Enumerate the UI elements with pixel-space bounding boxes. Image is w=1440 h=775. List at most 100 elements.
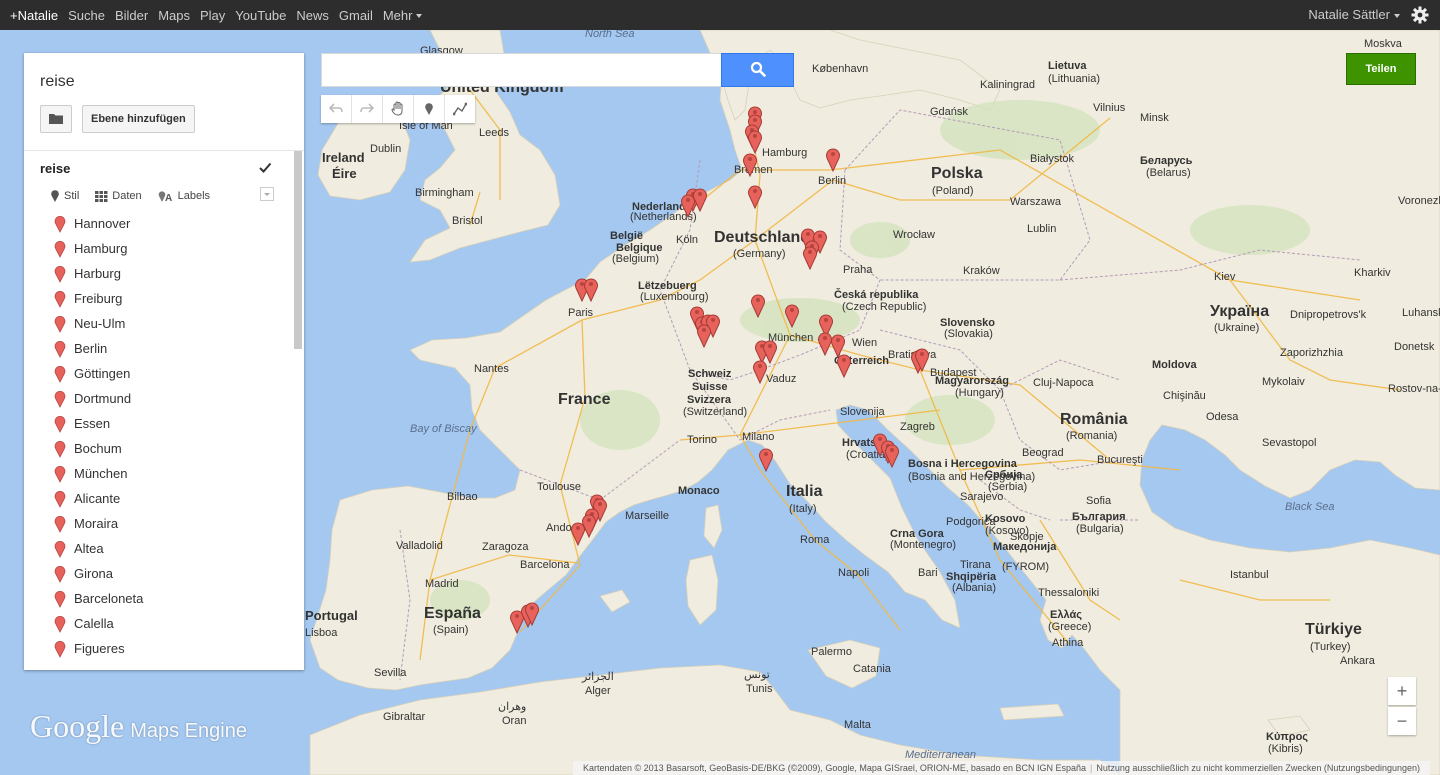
place-item[interactable]: Hamburg [24, 236, 294, 261]
label-mykolaiv: Mykolaiv [1262, 376, 1305, 388]
place-item[interactable]: Dortmund [24, 386, 294, 411]
place-label: Berlin [74, 341, 108, 356]
search-button[interactable] [721, 53, 794, 87]
search-input[interactable] [321, 53, 722, 87]
label-albania-en: (Albania) [952, 582, 996, 594]
label-germany: Deutschland [714, 229, 810, 246]
map-marker[interactable] [758, 446, 774, 472]
nav-play[interactable]: Play [200, 8, 225, 23]
map-marker[interactable] [784, 302, 800, 328]
place-item[interactable]: Bochum [24, 436, 294, 461]
place-item[interactable]: Harburg [24, 261, 294, 286]
label-dnipro: Dnipropetrovs'k [1290, 309, 1367, 321]
label-alger-ar: الجزائر [581, 671, 614, 683]
table-icon [95, 190, 108, 202]
map-marker[interactable] [747, 183, 763, 209]
place-item[interactable]: Barceloneta [24, 586, 294, 611]
nav-gmail[interactable]: Gmail [339, 8, 373, 23]
map-marker[interactable] [570, 520, 586, 546]
label-napoli: Napoli [838, 567, 869, 579]
google-bar: +Natalie Suche Bilder Maps Play YouTube … [0, 0, 1440, 30]
label-spain: España [424, 605, 481, 622]
style-button[interactable]: Stil [50, 189, 79, 203]
layer-visibility-checkbox[interactable] [258, 161, 272, 175]
map-marker[interactable] [680, 192, 696, 218]
chevron-down-icon [1394, 13, 1400, 18]
place-item[interactable]: Girona [24, 561, 294, 586]
folder-icon [49, 114, 63, 124]
label-bulgaria: България [1072, 511, 1126, 523]
nav-mehr[interactable]: Mehr [383, 8, 423, 23]
place-item[interactable]: Altea [24, 536, 294, 561]
label-valladolid: Valladolid [396, 540, 443, 552]
redo-button[interactable] [352, 95, 383, 123]
map-marker[interactable] [696, 322, 712, 348]
place-label: Girona [74, 566, 114, 581]
undo-button[interactable] [321, 95, 352, 123]
label-tirana: Tirana [960, 559, 992, 571]
labels-label: Labels [177, 190, 211, 202]
nav-news[interactable]: News [296, 8, 329, 23]
place-item[interactable]: Hannover [24, 211, 294, 236]
layer-name[interactable]: reise [40, 161, 70, 176]
zoom-out-button[interactable]: − [1388, 707, 1416, 735]
label-germany-en: (Germany) [733, 248, 786, 260]
add-layer-button[interactable]: Ebene hinzufügen [82, 105, 195, 133]
map-marker[interactable] [752, 358, 768, 384]
label-czech-en: (Czech Republic) [842, 301, 926, 313]
map-attribution: Kartendaten © 2013 Basarsoft, GeoBasis-D… [572, 761, 1430, 775]
place-item[interactable]: Calella [24, 611, 294, 636]
pan-hand-button[interactable] [383, 95, 414, 123]
label-istanbul: Istanbul [1230, 569, 1269, 581]
nav-youtube[interactable]: YouTube [235, 8, 286, 23]
label-greece-en: (Greece) [1048, 621, 1091, 633]
nav-suche[interactable]: Suche [68, 8, 105, 23]
terms-link[interactable]: Nutzung ausschließlich zu nicht kommerzi… [1092, 763, 1424, 773]
place-item[interactable]: Essen [24, 411, 294, 436]
label-zagreb: Zagreb [900, 421, 935, 433]
place-marker-icon [54, 491, 66, 508]
map-marker[interactable] [914, 346, 930, 372]
labels-button[interactable]: A Labels [158, 189, 210, 203]
place-item[interactable]: Neu-Ulm [24, 311, 294, 336]
label-marseille: Marseille [625, 510, 669, 522]
nav-maps[interactable]: Maps [158, 8, 190, 23]
gear-icon[interactable] [1410, 5, 1430, 25]
place-item[interactable]: Moraira [24, 511, 294, 536]
share-button[interactable]: Teilen [1346, 53, 1416, 85]
place-item[interactable]: Freiburg [24, 286, 294, 311]
map-marker[interactable] [524, 600, 540, 626]
place-item[interactable]: Berlin [24, 336, 294, 361]
map-marker[interactable] [884, 442, 900, 468]
map-marker[interactable] [750, 292, 766, 318]
label-catania: Catania [853, 663, 892, 675]
logo-product: Maps Engine [130, 720, 247, 742]
place-item[interactable]: Alicante [24, 486, 294, 511]
label-wien: Wien [852, 337, 877, 349]
zoom-in-button[interactable]: + [1388, 677, 1416, 705]
map-marker[interactable] [742, 151, 758, 177]
add-marker-button[interactable] [414, 95, 445, 123]
map-marker[interactable] [802, 244, 818, 270]
nav-bilder[interactable]: Bilder [115, 8, 148, 23]
label-turkey: Türkiye [1305, 621, 1362, 638]
label-beograd: Beograd [1022, 447, 1064, 459]
place-item[interactable]: Göttingen [24, 361, 294, 386]
map-marker[interactable] [836, 352, 852, 378]
data-button[interactable]: Daten [95, 190, 142, 202]
open-map-button[interactable] [40, 105, 72, 133]
map-marker[interactable] [825, 146, 841, 172]
place-item[interactable]: München [24, 461, 294, 486]
map-title[interactable]: reise [40, 73, 75, 91]
panel-scrollbar[interactable] [294, 151, 302, 349]
label-ukraine: Україна [1210, 303, 1269, 320]
user-menu[interactable]: Natalie Sättler [1308, 0, 1400, 30]
marker-icon [425, 103, 433, 115]
draw-line-button[interactable] [445, 95, 475, 123]
layer-options-dropdown[interactable] [260, 187, 274, 201]
map-marker[interactable] [583, 276, 599, 302]
nav-plus-natalie[interactable]: +Natalie [10, 8, 58, 23]
place-item[interactable]: Figueres [24, 636, 294, 661]
label-bilbao: Bilbao [447, 491, 478, 503]
label-gdansk: Gdańsk [930, 106, 968, 118]
